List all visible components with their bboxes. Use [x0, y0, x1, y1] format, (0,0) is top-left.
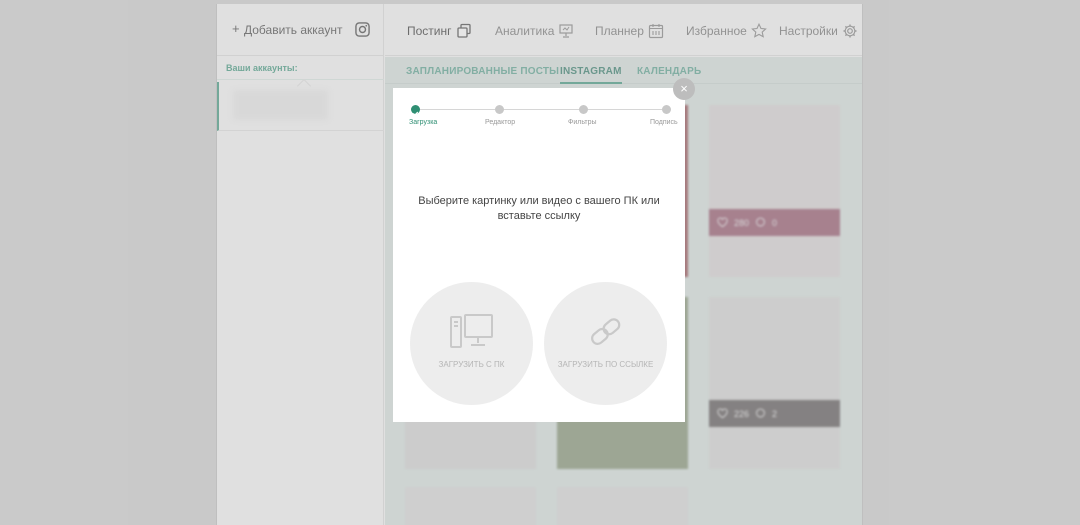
desktop-computer-icon	[450, 314, 493, 348]
step-dot-caption	[662, 105, 671, 114]
step-dot-filters	[579, 105, 588, 114]
step-dot-upload	[411, 105, 420, 116]
close-modal-button[interactable]: ×	[673, 78, 695, 100]
check-icon	[412, 111, 419, 116]
step-label-editor: Редактор	[485, 119, 516, 126]
upload-by-link-button[interactable]: ЗАГРУЗИТЬ ПО ССЫЛКЕ	[544, 282, 667, 405]
upload-prompt: Выберите картинку или видео с вашего ПК …	[418, 195, 660, 222]
upload-modal: Загрузка Редактор Фильтры Подпись Выбери…	[393, 88, 685, 422]
link-icon	[591, 318, 621, 345]
stepper-line	[415, 109, 667, 110]
upload-from-pc-label: ЗАГРУЗИТЬ С ПК	[438, 360, 505, 369]
upload-from-pc-button[interactable]: ЗАГРУЗИТЬ С ПК	[410, 282, 533, 405]
upload-by-link-label: ЗАГРУЗИТЬ ПО ССЫЛКЕ	[557, 360, 654, 369]
step-label-upload: Загрузка	[409, 119, 438, 126]
step-label-caption: Подпись	[650, 119, 678, 126]
step-label-filters: Фильтры	[568, 119, 597, 126]
stepper: Загрузка Редактор Фильтры Подпись	[393, 103, 685, 133]
step-dot-editor	[495, 105, 504, 114]
